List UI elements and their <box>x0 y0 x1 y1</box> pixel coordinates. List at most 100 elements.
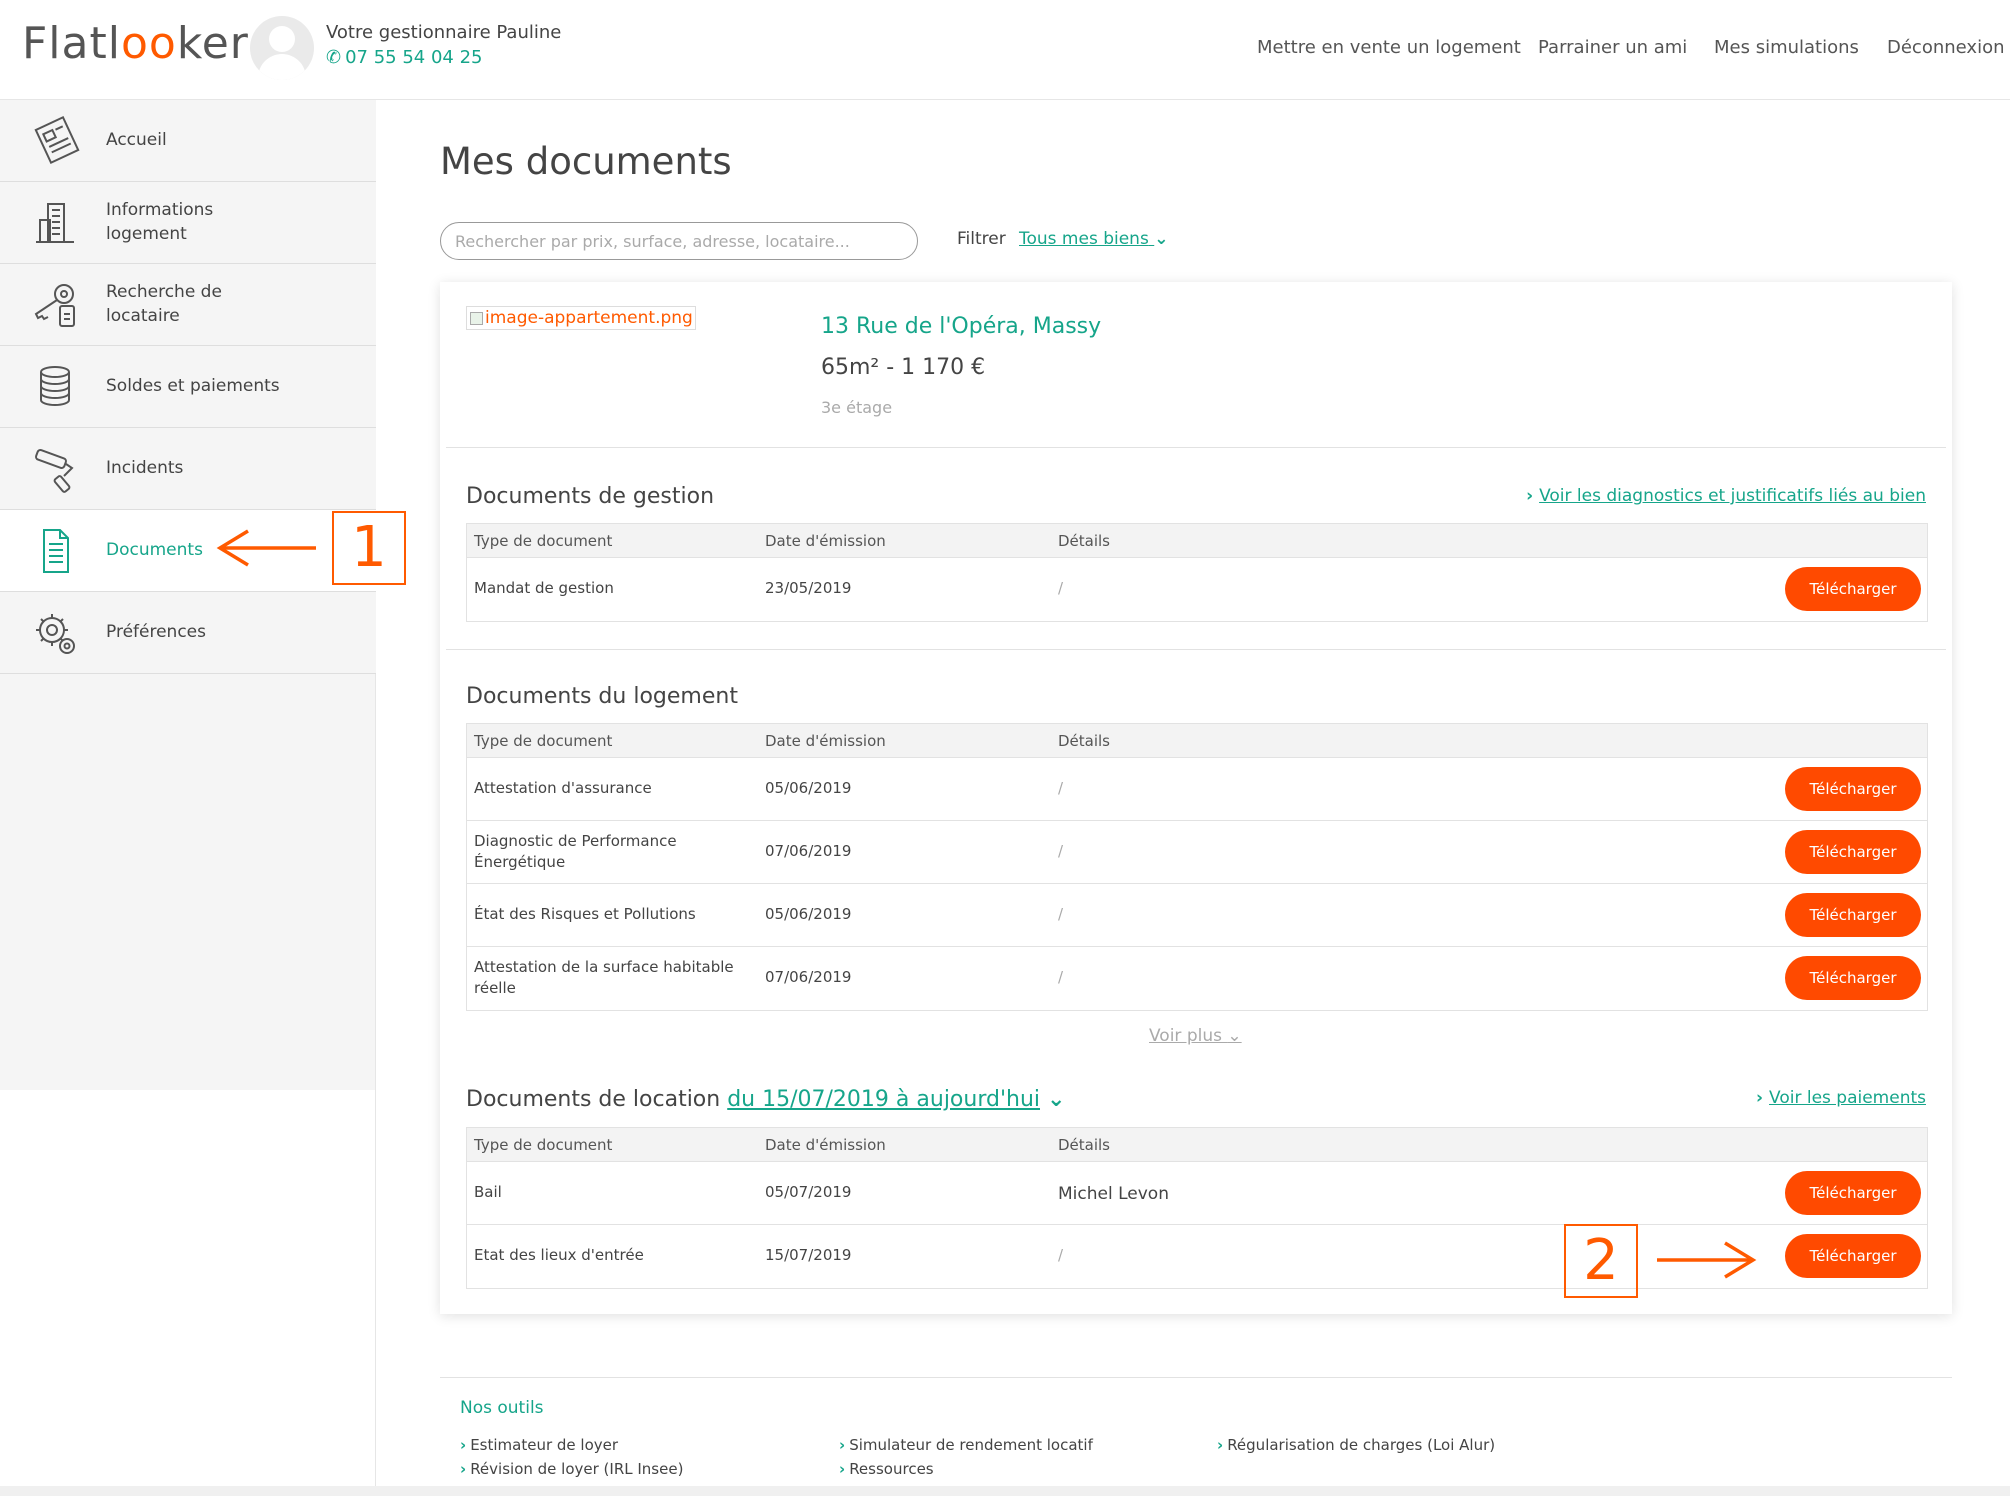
cell-date: 07/06/2019 <box>765 842 852 860</box>
flatlooker-logo[interactable]: Flatlooker <box>22 18 249 69</box>
phone-icon: ✆ <box>326 47 342 68</box>
sidebar: Accueil Informations logement Recherche … <box>0 100 376 1090</box>
section-title-location: Documents de location du 15/07/2019 à au… <box>466 1087 1066 1112</box>
footer-title: Nos outils <box>460 1398 544 1418</box>
annotation-arrow-right <box>1657 1241 1757 1279</box>
sidebar-item-label: Accueil <box>106 130 167 150</box>
nav-sell-property[interactable]: Mettre en vente un logement <box>1257 37 1521 58</box>
newspaper-icon <box>34 116 80 164</box>
property-image: image-appartement.png <box>466 306 696 330</box>
column-details: Détails <box>1058 532 1111 550</box>
footer-link-revision-loyer[interactable]: › Révision de loyer (IRL Insee) <box>460 1460 683 1478</box>
sidebar-item-recherche-locataire[interactable]: Recherche de locataire <box>0 264 376 346</box>
divider <box>446 649 1946 650</box>
property-card: image-appartement.png 13 Rue de l'Opéra,… <box>440 282 1952 1314</box>
column-type: Type de document <box>474 532 613 550</box>
footer-link-simulateur[interactable]: › Simulateur de rendement locatif <box>839 1436 1093 1454</box>
table-gestion: Type de document Date d'émission Détails… <box>466 523 1928 622</box>
chevron-down-icon: ⌄ <box>1154 229 1169 249</box>
top-header: Flatlooker Votre gestionnaire Pauline ✆ 0… <box>0 0 2010 100</box>
sidebar-item-label: Incidents <box>106 458 184 478</box>
column-type: Type de document <box>474 732 613 750</box>
link-paiements[interactable]: › Voir les paiements <box>1756 1088 1926 1108</box>
table-logement: Type de document Date d'émission Détails… <box>466 723 1928 1011</box>
download-button[interactable]: Télécharger <box>1785 956 1921 1000</box>
table-row: Bail 05/07/2019 Michel Levon Télécharger <box>467 1162 1927 1225</box>
nav-refer-friend[interactable]: Parrainer un ami <box>1538 37 1687 58</box>
sidebar-item-informations-logement[interactable]: Informations logement <box>0 182 376 264</box>
period-dropdown[interactable]: du 15/07/2019 à aujourd'hui <box>727 1087 1040 1112</box>
filter-dropdown[interactable]: Tous mes biens ⌄ <box>1019 229 1168 249</box>
cell-details: / <box>1058 579 1064 597</box>
download-button[interactable]: Télécharger <box>1785 893 1921 937</box>
chevron-right-icon: › <box>1526 486 1534 506</box>
filter-label: Filtrer <box>957 229 1006 249</box>
table-header: Type de document Date d'émission Détails <box>467 724 1927 758</box>
nav-simulations[interactable]: Mes simulations <box>1714 37 1859 58</box>
manager-avatar <box>250 16 314 80</box>
download-button[interactable]: Télécharger <box>1785 1234 1921 1278</box>
footer-divider <box>440 1377 1952 1378</box>
property-address[interactable]: 13 Rue de l'Opéra, Massy <box>821 314 1101 339</box>
sidebar-item-label: Documents <box>106 540 203 560</box>
coins-icon <box>40 366 70 406</box>
sidebar-item-soldes-paiements[interactable]: Soldes et paiements <box>0 346 376 428</box>
sidebar-item-preferences[interactable]: Préférences <box>0 592 376 674</box>
paint-roller-icon <box>35 449 74 493</box>
table-row: Mandat de gestion 23/05/2019 / Télécharg… <box>467 558 1927 621</box>
cell-type: Mandat de gestion <box>474 579 614 597</box>
table-header: Type de document Date d'émission Détails <box>467 524 1927 558</box>
section-title-gestion: Documents de gestion <box>466 484 715 509</box>
cell-type: Attestation de la surface habitable réel… <box>474 958 734 997</box>
chevron-right-icon: › <box>839 1460 846 1478</box>
chevron-down-icon: ⌄ <box>1047 1087 1066 1112</box>
chevron-right-icon: › <box>1217 1436 1224 1454</box>
sidebar-item-incidents[interactable]: Incidents <box>0 428 376 510</box>
divider <box>446 447 1946 448</box>
section-title-logement: Documents du logement <box>466 684 738 709</box>
table-row: État des Risques et Pollutions 05/06/201… <box>467 884 1927 947</box>
keys-icon <box>34 284 75 327</box>
bottom-bar <box>0 1486 2010 1496</box>
cell-details: / <box>1058 779 1064 797</box>
download-button[interactable]: Télécharger <box>1785 767 1921 811</box>
voir-plus-link[interactable]: Voir plus ⌄ <box>1149 1026 1242 1046</box>
building-icon <box>36 203 74 243</box>
footer-link-estimateur[interactable]: › Estimateur de loyer <box>460 1436 618 1454</box>
sidebar-item-accueil[interactable]: Accueil <box>0 100 376 182</box>
search-input[interactable] <box>440 222 918 260</box>
cell-date: 23/05/2019 <box>765 579 852 597</box>
gears-icon <box>36 614 75 654</box>
column-type: Type de document <box>474 1136 613 1154</box>
table-header: Type de document Date d'émission Détails <box>467 1128 1927 1162</box>
cell-details: Michel Levon <box>1058 1184 1169 1204</box>
annotation-step-2: 2 <box>1564 1224 1638 1298</box>
download-button[interactable]: Télécharger <box>1785 830 1921 874</box>
link-diagnostics[interactable]: › Voir les diagnostics et justificatifs l… <box>1526 486 1926 506</box>
column-date: Date d'émission <box>765 732 886 750</box>
nav-logout[interactable]: Déconnexion <box>1887 37 2005 58</box>
table-row: Attestation de la surface habitable réel… <box>467 947 1927 1010</box>
cell-details: / <box>1058 842 1064 860</box>
cell-date: 15/07/2019 <box>765 1246 852 1264</box>
cell-date: 05/07/2019 <box>765 1183 852 1201</box>
cell-details: / <box>1058 1246 1064 1264</box>
sidebar-item-documents[interactable]: Documents <box>0 510 376 592</box>
cell-details: / <box>1058 968 1064 986</box>
footer-link-ressources[interactable]: › Ressources <box>839 1460 934 1478</box>
footer-link-regularisation[interactable]: › Régularisation de charges (Loi Alur) <box>1217 1436 1495 1454</box>
sidebar-item-label: Soldes et paiements <box>106 376 280 396</box>
property-floor: 3e étage <box>821 398 893 417</box>
property-surface-price: 65m² - 1 170 € <box>821 355 986 380</box>
chevron-right-icon: › <box>1756 1088 1764 1108</box>
download-button[interactable]: Télécharger <box>1785 1171 1921 1215</box>
sidebar-empty-area <box>0 1090 376 1496</box>
chevron-right-icon: › <box>839 1436 846 1454</box>
cell-date: 05/06/2019 <box>765 905 852 923</box>
cell-date: 07/06/2019 <box>765 968 852 986</box>
manager-phone[interactable]: ✆ 07 55 54 04 25 <box>326 47 483 68</box>
chevron-right-icon: › <box>460 1436 467 1454</box>
annotation-arrow-left <box>216 529 316 567</box>
download-button[interactable]: Télécharger <box>1785 567 1921 611</box>
sidebar-item-label: Recherche de locataire <box>106 282 222 326</box>
